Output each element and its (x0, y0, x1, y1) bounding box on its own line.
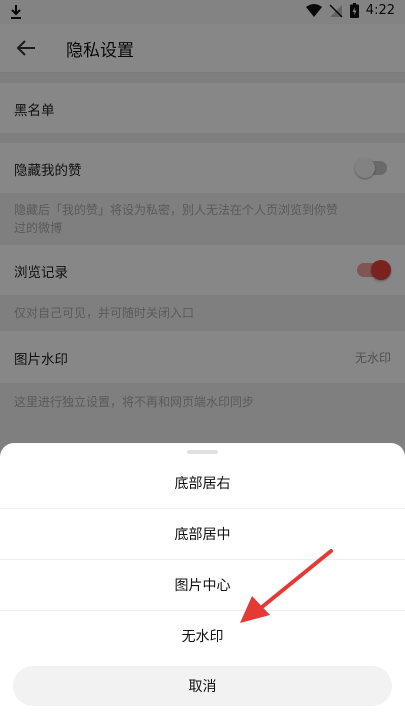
privacy-settings-screen: 4:22 隐私设置 黑名单 隐藏我的赞 隐藏后「我的赞」将设为私密，别人无法在个… (0, 0, 405, 720)
sheet-drag-handle[interactable] (187, 450, 218, 454)
cancel-button[interactable]: 取消 (13, 666, 392, 706)
option-bottom-right[interactable]: 底部居右 (0, 458, 405, 509)
watermark-bottom-sheet: 底部居右 底部居中 图片中心 无水印 取消 (0, 443, 405, 720)
option-bottom-center[interactable]: 底部居中 (0, 509, 405, 560)
option-no-watermark[interactable]: 无水印 (0, 611, 405, 661)
option-image-center[interactable]: 图片中心 (0, 560, 405, 611)
